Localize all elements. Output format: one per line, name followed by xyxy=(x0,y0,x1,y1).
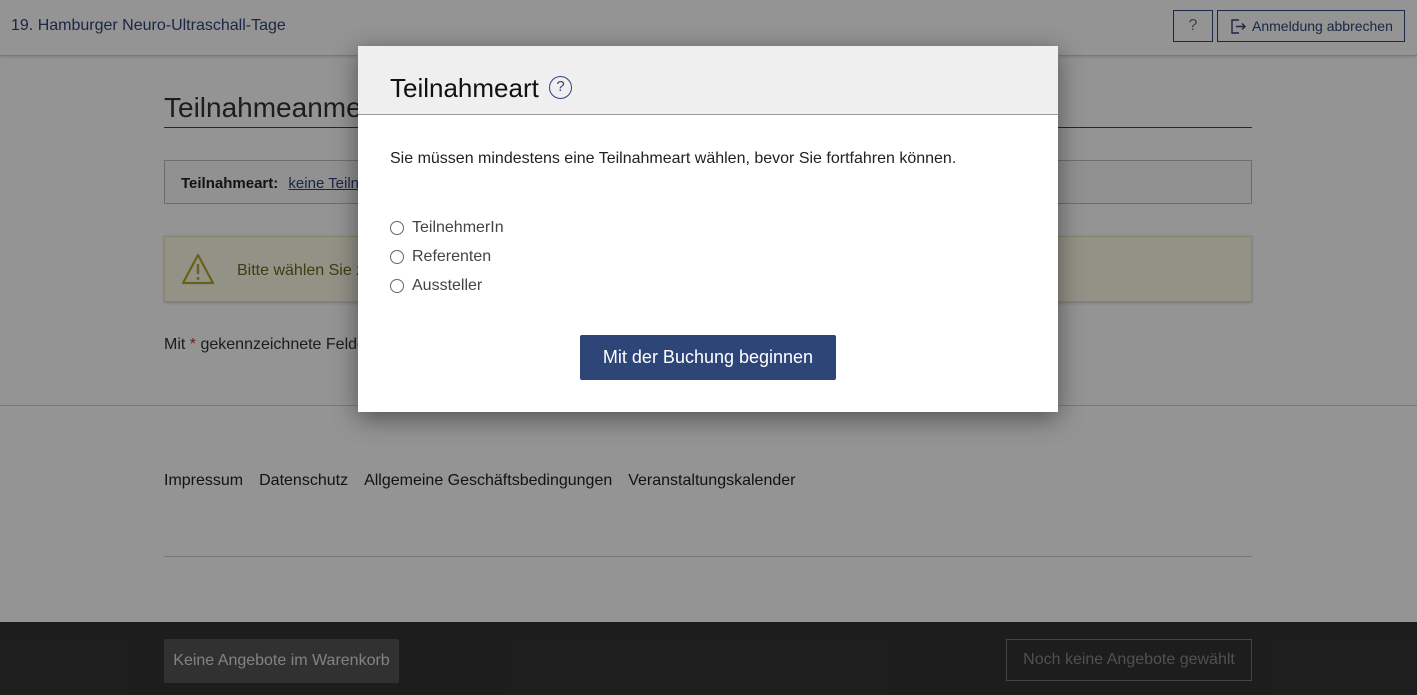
radio-button[interactable] xyxy=(390,220,404,235)
start-booking-button[interactable]: Mit der Buchung beginnen xyxy=(580,335,836,380)
participation-type-modal: Teilnahmeart ? Sie müssen mindestens ein… xyxy=(358,46,1058,412)
option-label: Aussteller xyxy=(412,276,483,294)
participation-options: TeilnehmerIn Referenten Aussteller xyxy=(390,213,504,300)
option-aussteller[interactable]: Aussteller xyxy=(390,271,504,300)
option-label: TeilnehmerIn xyxy=(412,218,504,236)
question-circle-icon[interactable]: ? xyxy=(549,76,572,99)
radio-button[interactable] xyxy=(390,278,404,293)
radio-button[interactable] xyxy=(390,249,404,264)
modal-message: Sie müssen mindestens eine Teilnahmeart … xyxy=(390,150,957,167)
option-label: Referenten xyxy=(412,247,492,265)
modal-title: Teilnahmeart xyxy=(390,73,539,103)
modal-header: Teilnahmeart ? xyxy=(358,46,1058,115)
option-referenten[interactable]: Referenten xyxy=(390,242,504,271)
option-teilnehmerin[interactable]: TeilnehmerIn xyxy=(390,213,504,242)
